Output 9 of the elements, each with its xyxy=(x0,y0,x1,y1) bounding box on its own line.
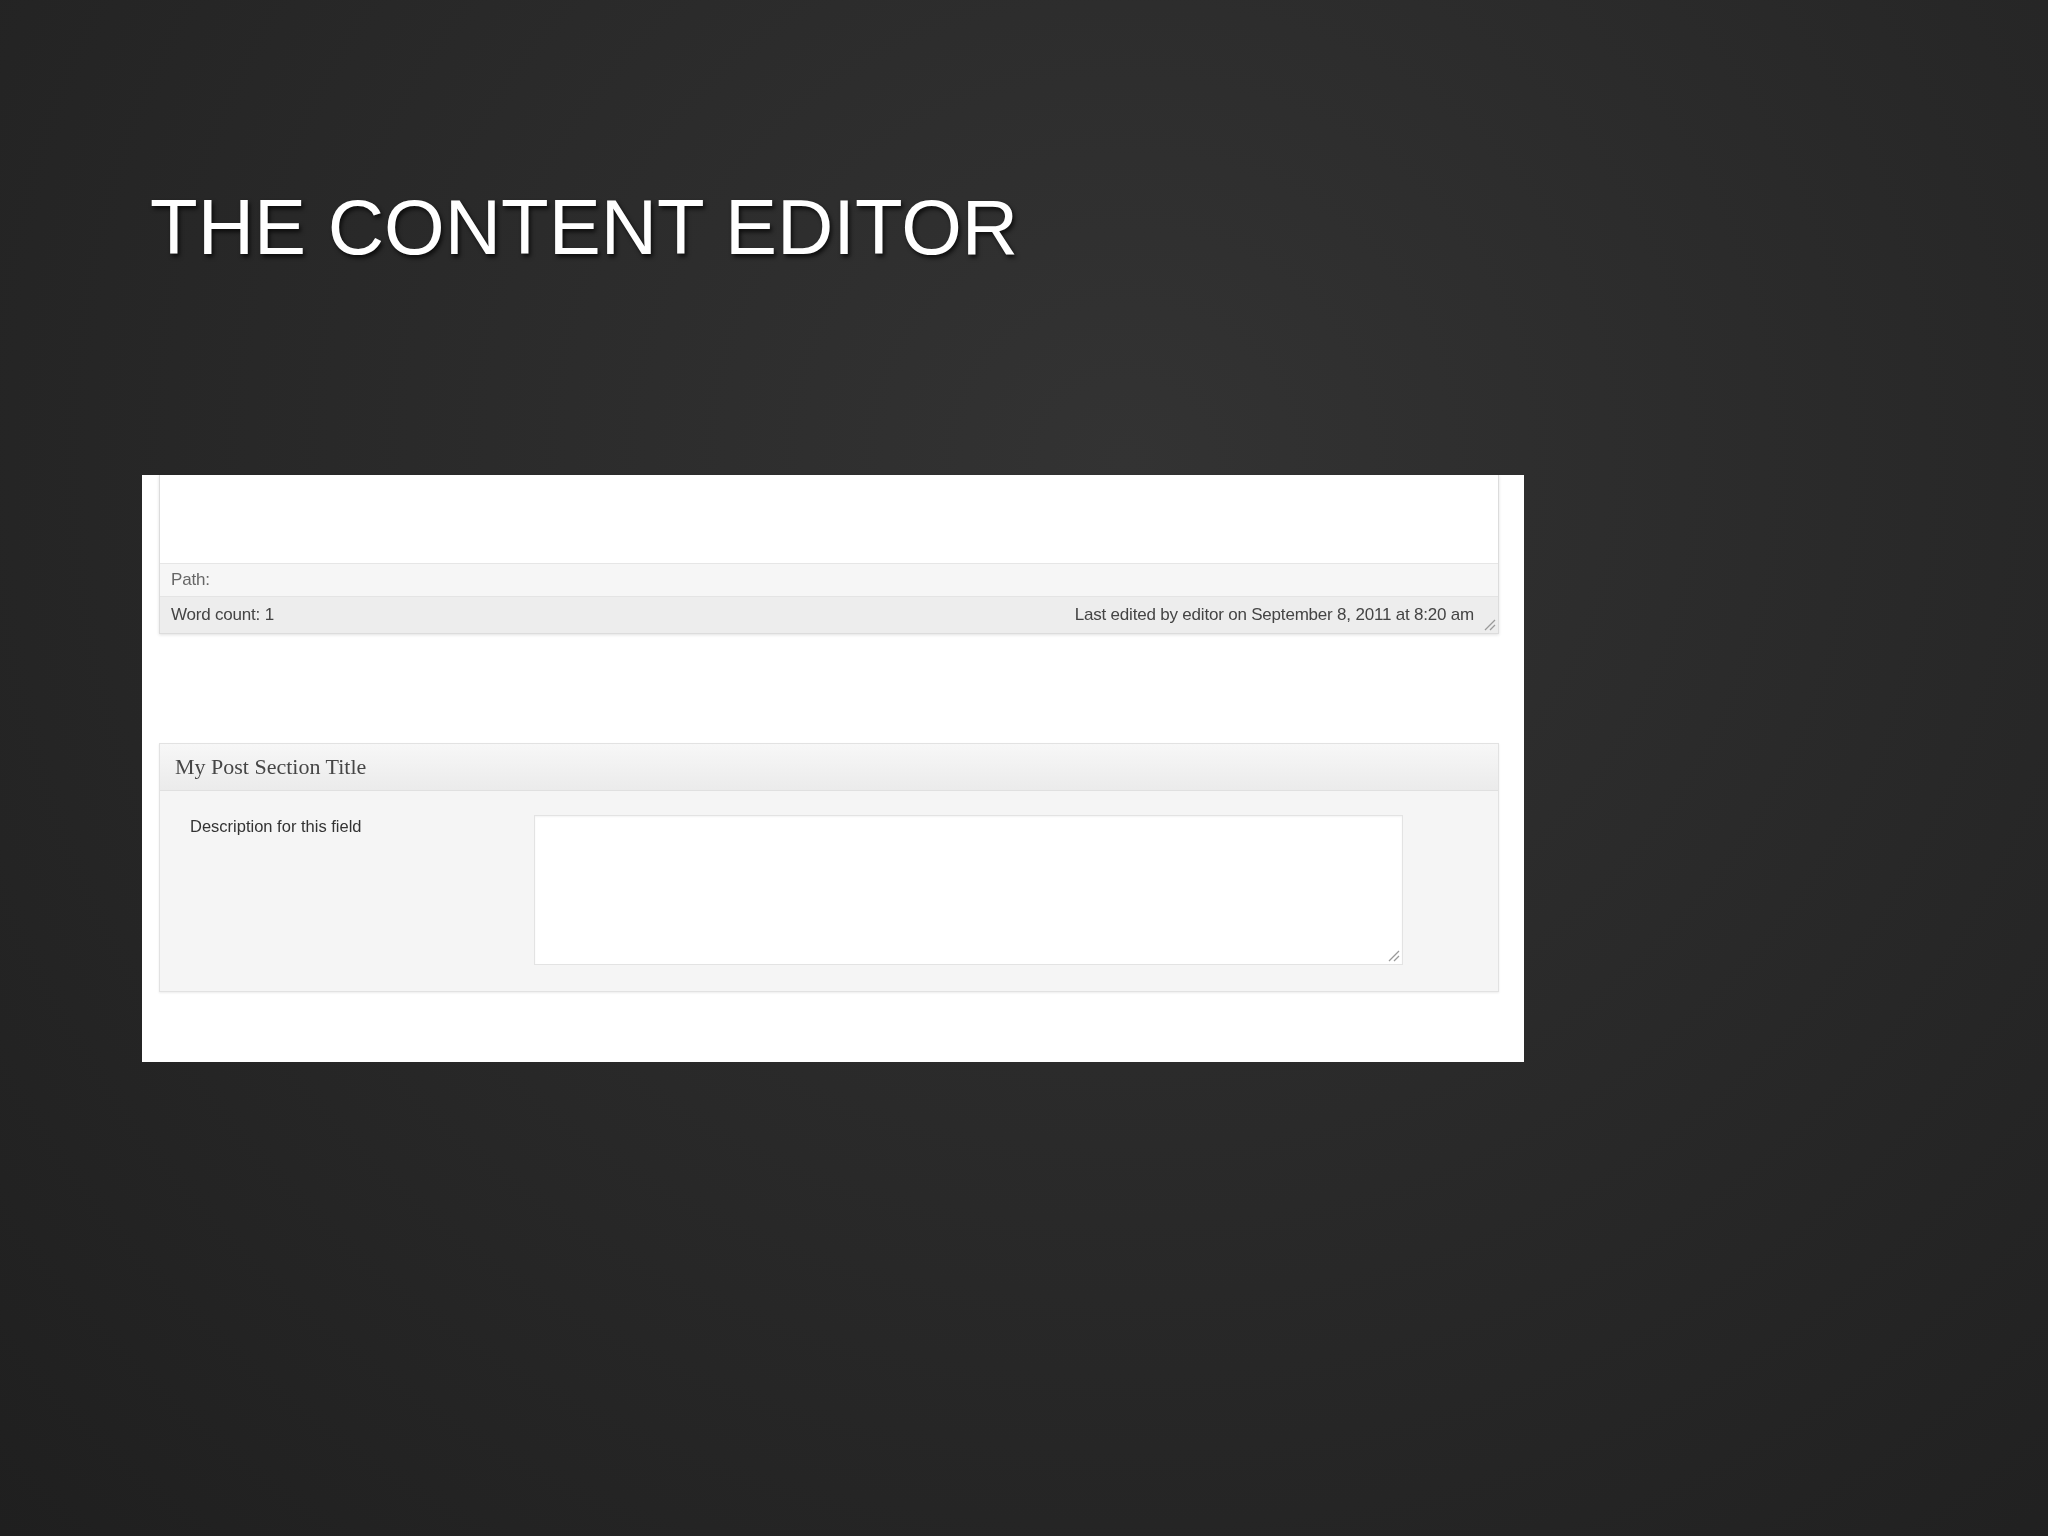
textarea-field[interactable] xyxy=(534,815,1403,965)
last-edited-text: Last edited by editor on September 8, 2011 at 8:20 am xyxy=(1074,605,1474,625)
field-label: Description for this field xyxy=(190,817,363,836)
resize-grip-icon[interactable] xyxy=(1484,619,1496,631)
slide-title: THE CONTENT EDITOR xyxy=(150,188,1019,266)
resize-grip-icon[interactable] xyxy=(1388,950,1400,962)
path-label: Path: xyxy=(171,570,210,590)
word-count: Word count: 1 xyxy=(171,605,274,625)
meta-box-title: My Post Section Title xyxy=(175,754,367,780)
